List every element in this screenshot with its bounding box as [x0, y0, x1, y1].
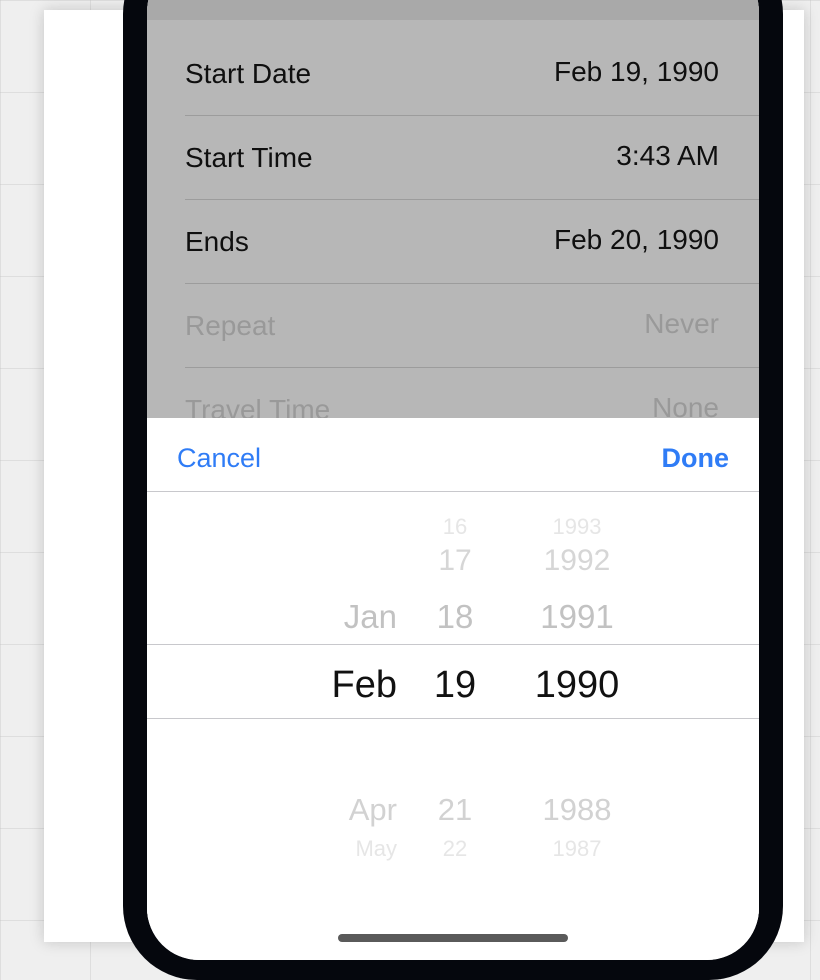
day-option[interactable]: 22 [415, 836, 495, 862]
day-option[interactable]: 17 [415, 544, 495, 578]
repeat-label: Repeat [185, 310, 276, 341]
picker-toolbar: Cancel Done [147, 418, 759, 492]
ends-label: Ends [185, 226, 249, 257]
day-option[interactable]: 18 [415, 598, 495, 636]
start-time-label: Start Time [185, 142, 313, 173]
selection-top-line [147, 644, 759, 645]
repeat-value: Never [644, 308, 719, 339]
month-option[interactable]: Apr [267, 792, 397, 828]
row-ends[interactable]: Ends Feb 20, 1990 [185, 200, 759, 284]
phone-screen: Start Date Feb 19, 1990 Start Time 3:43 … [147, 0, 759, 960]
done-button[interactable]: Done [662, 443, 730, 474]
selection-bottom-line [147, 718, 759, 719]
month-option[interactable]: Jan [267, 598, 397, 636]
row-travel-time[interactable]: Travel Time None [185, 368, 759, 425]
year-option[interactable]: 1991 [517, 598, 637, 636]
start-date-label: Start Date [185, 58, 312, 89]
ends-value: Feb 20, 1990 [553, 224, 719, 255]
day-option[interactable]: 16 [415, 514, 495, 540]
month-option[interactable]: May [267, 836, 397, 862]
year-option[interactable]: 1992 [517, 544, 637, 578]
row-start-date[interactable]: Start Date Feb 19, 1990 [185, 32, 759, 116]
row-start-time[interactable]: Start Time 3:43 AM [185, 116, 759, 200]
bottom-fade [147, 860, 759, 920]
cancel-button[interactable]: Cancel [177, 443, 261, 474]
year-option[interactable]: 1987 [517, 836, 637, 862]
form-top-edge [147, 0, 759, 20]
start-date-value: Feb 19, 1990 [553, 56, 719, 87]
home-indicator[interactable] [338, 934, 568, 942]
year-selected[interactable]: 1990 [517, 664, 637, 707]
start-time-value: 3:43 AM [616, 140, 719, 171]
year-option[interactable]: 1993 [517, 514, 637, 540]
card-side-panel [44, 10, 96, 860]
day-selected[interactable]: 19 [415, 664, 495, 707]
day-option[interactable]: 21 [415, 792, 495, 828]
month-selected[interactable]: Feb [267, 664, 397, 707]
row-repeat[interactable]: Repeat Never [185, 284, 759, 368]
year-option[interactable]: 1988 [517, 792, 637, 828]
